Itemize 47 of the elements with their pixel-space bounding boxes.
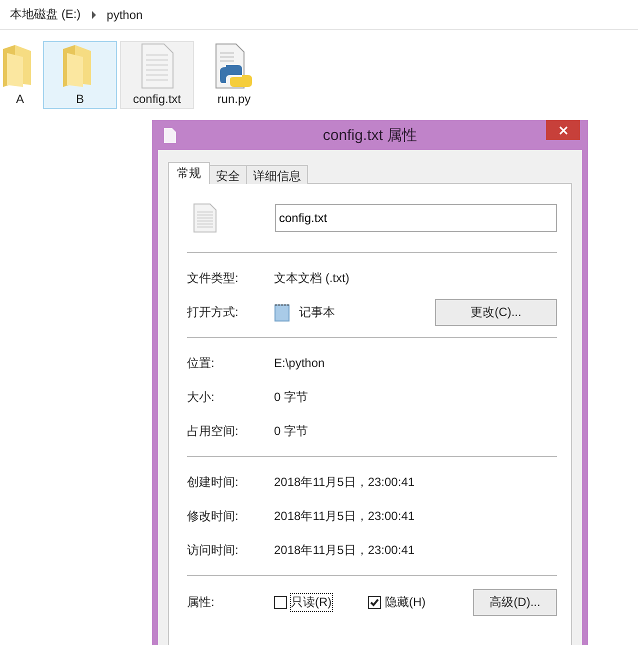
file-name-field[interactable]: config.txt (275, 204, 557, 232)
property-value: 记事本 (299, 304, 335, 320)
property-label: 文件类型: (187, 270, 240, 286)
property-label: 修改时间: (187, 508, 240, 524)
tab[interactable]: 常规 (168, 162, 210, 184)
property-value: 2018年11月5日，23:00:41 (274, 508, 415, 524)
file-item[interactable]: B (43, 41, 117, 109)
file-name: A (16, 92, 24, 106)
property-label: 打开方式: (187, 304, 240, 320)
chevron-icon (90, 10, 97, 18)
property-value: 2018年11月5日，23:00:41 (274, 542, 415, 558)
file-item[interactable]: config.txt (120, 41, 194, 109)
property-value: E:\python (274, 356, 325, 370)
tab[interactable]: 详细信息 (246, 165, 308, 184)
window-title: config.txt 属性 (322, 126, 418, 144)
file-name: run.py (217, 92, 251, 106)
checkbox-label[interactable]: 隐藏(H) (384, 592, 427, 612)
advanced-button[interactable]: 高级(D)... (473, 588, 557, 616)
checkbox[interactable] (274, 596, 287, 608)
property-label: 位置: (187, 354, 216, 372)
property-label: 大小: (187, 388, 216, 406)
address-bar[interactable]: 本地磁盘 (E:) python (0, 0, 638, 30)
property-value: 2018年11月5日，23:00:41 (274, 474, 415, 490)
file-item[interactable]: A (0, 41, 40, 109)
property-label: 占用空间: (187, 422, 240, 440)
tab[interactable]: 安全 (209, 165, 247, 184)
document-icon (193, 203, 217, 233)
property-value: 文本文档 (.txt) (274, 270, 350, 286)
property-label: 属性: (187, 594, 216, 610)
close-icon (558, 126, 568, 134)
notepad-icon (274, 302, 290, 322)
file-name: B (76, 92, 84, 106)
property-label: 访问时间: (187, 542, 240, 558)
property-label: 创建时间: (187, 474, 240, 490)
property-value: 0 字节 (274, 422, 308, 440)
change-button[interactable]: 更改(C)... (435, 298, 557, 326)
checkbox-label[interactable]: 只读(R) (290, 592, 333, 612)
python-file-icon (214, 43, 254, 89)
breadcrumb-item[interactable]: python (106, 8, 143, 22)
document-icon (140, 43, 174, 89)
breadcrumb-item[interactable]: 本地磁盘 (E:) (10, 6, 81, 23)
checkbox[interactable] (368, 596, 381, 608)
document-icon (164, 128, 176, 142)
property-value: 0 字节 (274, 388, 308, 406)
file-name: config.txt (132, 92, 182, 106)
file-item[interactable]: run.py (197, 41, 271, 109)
close-button[interactable] (546, 120, 580, 140)
